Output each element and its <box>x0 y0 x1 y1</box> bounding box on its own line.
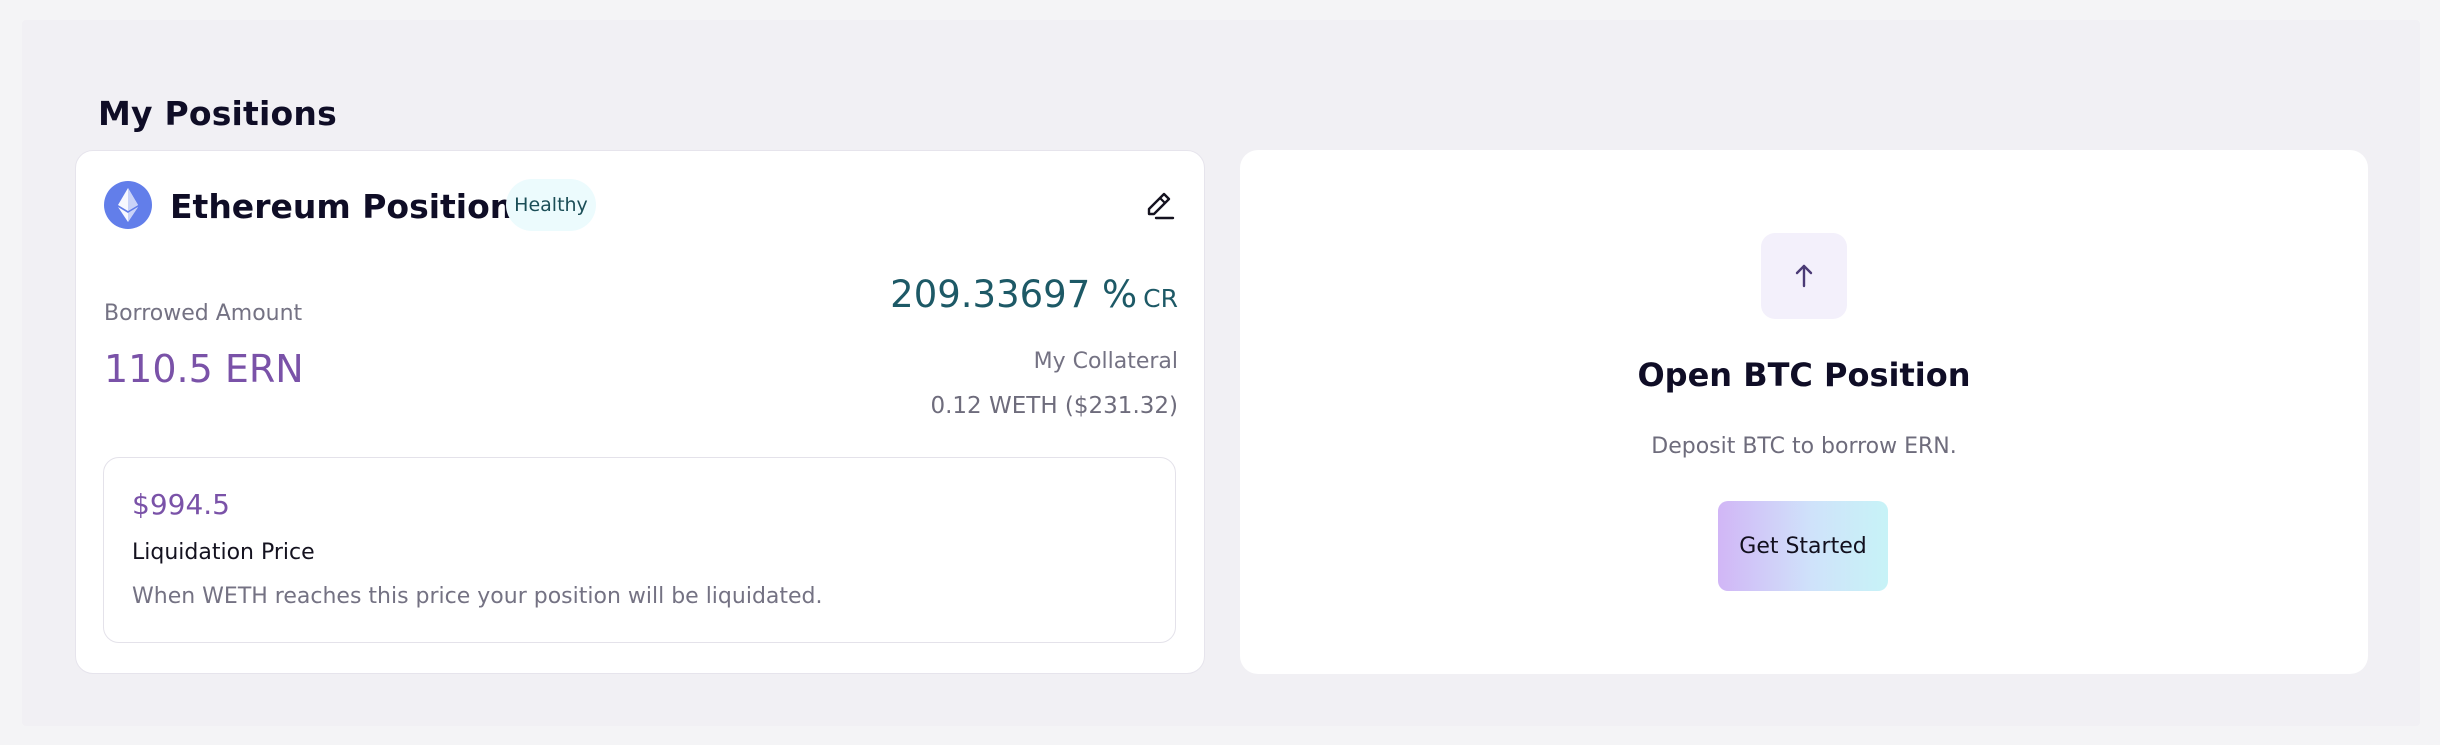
status-badge: Healthy <box>506 179 596 231</box>
ethereum-position-card: Ethereum Position Healthy Borrowed Amoun… <box>75 150 1205 674</box>
open-btc-position-title: Open BTC Position <box>1637 356 1971 394</box>
get-started-button[interactable]: Get Started <box>1718 501 1888 591</box>
liquidation-price-description: When WETH reaches this price your positi… <box>132 584 823 609</box>
edit-pencil-icon[interactable] <box>1140 185 1180 225</box>
collateral-label: My Collateral <box>1033 349 1178 374</box>
collateral-value: 0.12 WETH ($231.32) <box>930 393 1178 419</box>
open-btc-position-card: Open BTC Position Deposit BTC to borrow … <box>1240 150 2368 674</box>
borrowed-amount-value: 110.5 ERN <box>104 347 304 391</box>
liquidation-price-value: $994.5 <box>132 488 230 521</box>
liquidation-price-label: Liquidation Price <box>132 540 315 565</box>
collateral-ratio: 209.33697 % CR <box>890 273 1178 316</box>
liquidation-price-box: $994.5 Liquidation Price When WETH reach… <box>103 457 1176 643</box>
borrowed-amount-label: Borrowed Amount <box>104 301 303 326</box>
arrow-up-icon <box>1761 233 1847 319</box>
page-title: My Positions <box>98 94 337 133</box>
ethereum-logo-icon <box>104 181 152 229</box>
open-btc-position-description: Deposit BTC to borrow ERN. <box>1651 434 1957 459</box>
position-title: Ethereum Position <box>170 187 514 226</box>
collateral-ratio-value: 209.33697 % <box>890 273 1138 316</box>
collateral-ratio-unit: CR <box>1143 284 1178 313</box>
